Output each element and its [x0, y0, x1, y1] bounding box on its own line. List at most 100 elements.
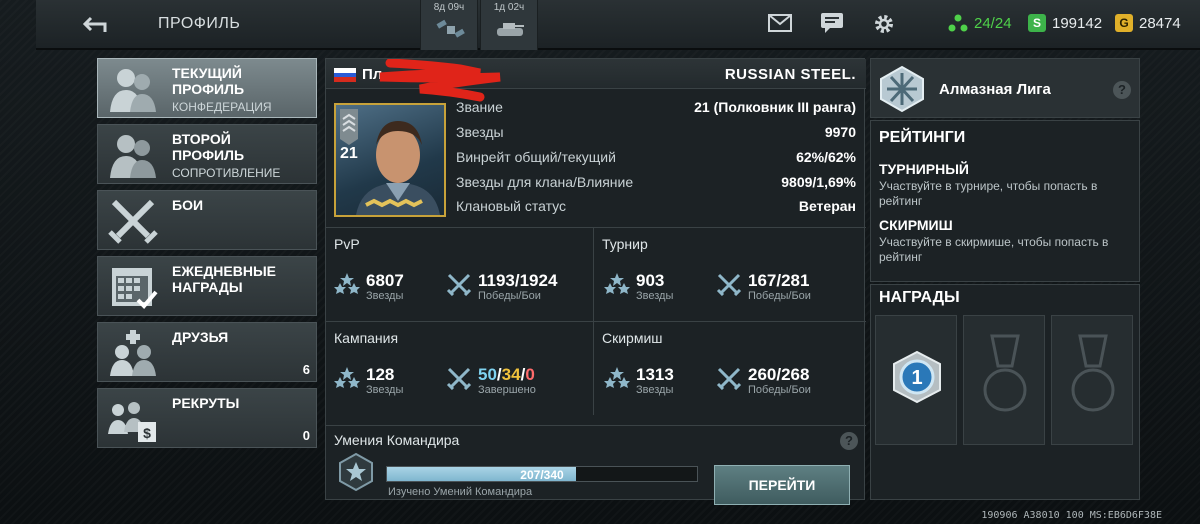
back-arrow-icon — [83, 16, 107, 32]
pvp-wins: 1193/1924 Победы/Бои — [446, 272, 557, 302]
nav-battles[interactable]: БОИ — [97, 190, 317, 250]
stars-icon — [334, 367, 360, 388]
stat-winrate: Винрейт общий/текущий 62%/62% — [456, 149, 856, 173]
stars-icon — [604, 367, 630, 388]
friends-count: 6 — [302, 362, 310, 377]
block-title: PvP — [334, 236, 360, 252]
clan-name: RUSSIAN STEEL. — [724, 66, 856, 83]
stat-rank: Звание 21 (Полковник III ранга) — [456, 99, 856, 123]
mail-icon[interactable] — [766, 12, 794, 38]
skills-progress-text: 207/340 — [520, 468, 564, 482]
gold-resource: G 28474 — [1115, 14, 1181, 32]
stat-label: Клановый статус — [456, 198, 566, 214]
nav-label: ВТОРОЙ ПРОФИЛЬ — [172, 131, 245, 163]
help-icon[interactable]: ? — [1113, 81, 1131, 99]
profile-panel: Пл RUSSIAN STEEL. 21 Звание 21 (Полковни… — [325, 58, 866, 505]
skills-progress-bar: 207/340 — [386, 466, 698, 482]
russia-flag-icon — [334, 68, 356, 82]
nav-label: БОИ — [172, 197, 204, 213]
skirmish-wins: 260/268 Победы/Бои — [716, 366, 811, 396]
gear-icon[interactable] — [870, 12, 898, 38]
stars-icon — [604, 273, 630, 294]
pvp-block: PvP 6807 Звезды 1193/1924 Победы/Бои — [326, 227, 594, 321]
nav-label: ДРУЗЬЯ — [172, 329, 229, 345]
league-header: Алмазная Лига ? — [870, 58, 1140, 118]
energy-value: 24/24 — [974, 14, 1012, 32]
stars-icon — [334, 273, 360, 294]
rank-number: 21 — [340, 145, 358, 162]
back-button[interactable] — [64, 10, 128, 40]
nav-friends[interactable]: ДРУЗЬЯ 6 — [97, 322, 317, 382]
pvp-stars: 6807 Звезды — [334, 272, 404, 302]
nav-label: ЕЖЕДНЕВНЫЕ НАГРАДЫ — [172, 263, 277, 295]
awards-block: НАГРАДЫ 1 — [870, 284, 1140, 500]
calendar-icon — [112, 268, 158, 309]
page-title: ПРОФИЛЬ — [158, 15, 241, 32]
help-icon[interactable]: ? — [840, 432, 858, 450]
empty-medal-icon — [1071, 334, 1115, 412]
stat-value: 9809/1,69% — [781, 174, 856, 190]
nav-second-profile[interactable]: ВТОРОЙ ПРОФИЛЬ СОПРОТИВЛЕНИЕ — [97, 124, 317, 184]
block-title: Кампания — [334, 330, 399, 346]
profile-header: Пл RUSSIAN STEEL. — [326, 59, 866, 102]
award-medal-icon: 1 — [893, 350, 941, 404]
chat-icon[interactable] — [818, 12, 846, 38]
crossed-swords-icon — [446, 367, 472, 390]
stat-stars: Звезды 9970 — [456, 124, 856, 148]
tournament-rating-desc: Участвуйте в турнире, чтобы попасть в ре… — [879, 179, 1098, 208]
friends-icon — [110, 330, 156, 376]
soldiers-icon — [110, 69, 156, 112]
nav-current-profile[interactable]: ТЕКУЩИЙ ПРОФИЛЬ КОНФЕДЕРАЦИЯ — [97, 58, 317, 118]
tournament-rating-title: ТУРНИРНЫЙ — [879, 161, 969, 177]
award-slot-empty[interactable] — [1051, 315, 1133, 445]
stat-value: 9970 — [824, 124, 856, 140]
stat-value: 21 (Полковник III ранга) — [694, 99, 856, 115]
awards-title: НАГРАДЫ — [879, 289, 960, 306]
energy-icon — [948, 14, 968, 32]
block-title: Турнир — [602, 236, 648, 252]
tournament-wins: 167/281 Победы/Бои — [716, 272, 811, 302]
crossed-swords-icon — [446, 273, 472, 296]
stat-value: 62%/62% — [796, 149, 856, 165]
skirmish-rating-title: СКИРМИШ — [879, 217, 953, 233]
crossed-swords-icon — [716, 367, 742, 390]
satellite-timer-tab[interactable]: 8д 09ч — [420, 0, 478, 50]
gold-value: 28474 — [1139, 14, 1181, 32]
nav-label: ТЕКУЩИЙ ПРОФИЛЬ — [172, 65, 245, 97]
timer-label: 1д 02ч — [493, 2, 525, 13]
tournament-stars: 903 Звезды — [604, 272, 673, 302]
silver-value: 199142 — [1052, 14, 1103, 32]
stat-value: Ветеран — [798, 198, 856, 214]
tank-timer-tab[interactable]: 1д 02ч — [480, 0, 538, 50]
skills-progress-label: Изучено Умений Командира — [388, 486, 533, 498]
diamond-league-icon — [880, 65, 924, 113]
block-title: Скирмиш — [602, 330, 663, 346]
nav-daily-rewards[interactable]: ЕЖЕДНЕВНЫЕ НАГРАДЫ — [97, 256, 317, 316]
campaign-stars: 128 Звезды — [334, 366, 403, 396]
tournament-block: Турнир 903 Звезды 167/281 Победы/Бои — [594, 227, 866, 321]
ratings-block: РЕЙТИНГИ ТУРНИРНЫЙ Участвуйте в турнире,… — [870, 120, 1140, 282]
award-medal-number: 1 — [911, 367, 922, 389]
campaign-completed: 50/34/0 Завершено — [446, 366, 536, 396]
silver-resource: S 199142 — [1028, 14, 1102, 32]
timer-label: 8д 09ч — [433, 2, 465, 13]
silver-icon: S — [1028, 14, 1046, 32]
go-button[interactable]: ПЕРЕЙТИ — [714, 465, 850, 505]
award-slot-empty[interactable] — [963, 315, 1045, 445]
satellite-icon — [436, 19, 465, 38]
soldiers-icon — [110, 135, 156, 178]
nav-sublabel: СОПРОТИВЛЕНИЕ — [172, 166, 281, 180]
award-slot[interactable]: 1 — [875, 315, 957, 445]
ratings-title: РЕЙТИНГИ — [879, 129, 966, 146]
stat-clan-status: Клановый статус Ветеран — [456, 198, 856, 222]
commander-star-icon — [339, 452, 373, 492]
skirmish-block: Скирмиш 1313 Звезды 260/268 Победы/Бои — [594, 321, 866, 415]
campaign-block: Кампания 128 Звезды 50/34/0 Завершено — [326, 321, 594, 415]
stat-label: Звезды — [456, 124, 504, 140]
gold-icon: G — [1115, 14, 1133, 32]
skirmish-rating-desc: Участвуйте в скирмише, чтобы попасть в р… — [879, 235, 1109, 264]
nav-recruits[interactable]: $ РЕКРУТЫ 0 — [97, 388, 317, 448]
recruits-count: 0 — [302, 428, 310, 443]
recruits-icon: $ — [108, 402, 156, 442]
crossed-swords-icon — [108, 199, 158, 244]
